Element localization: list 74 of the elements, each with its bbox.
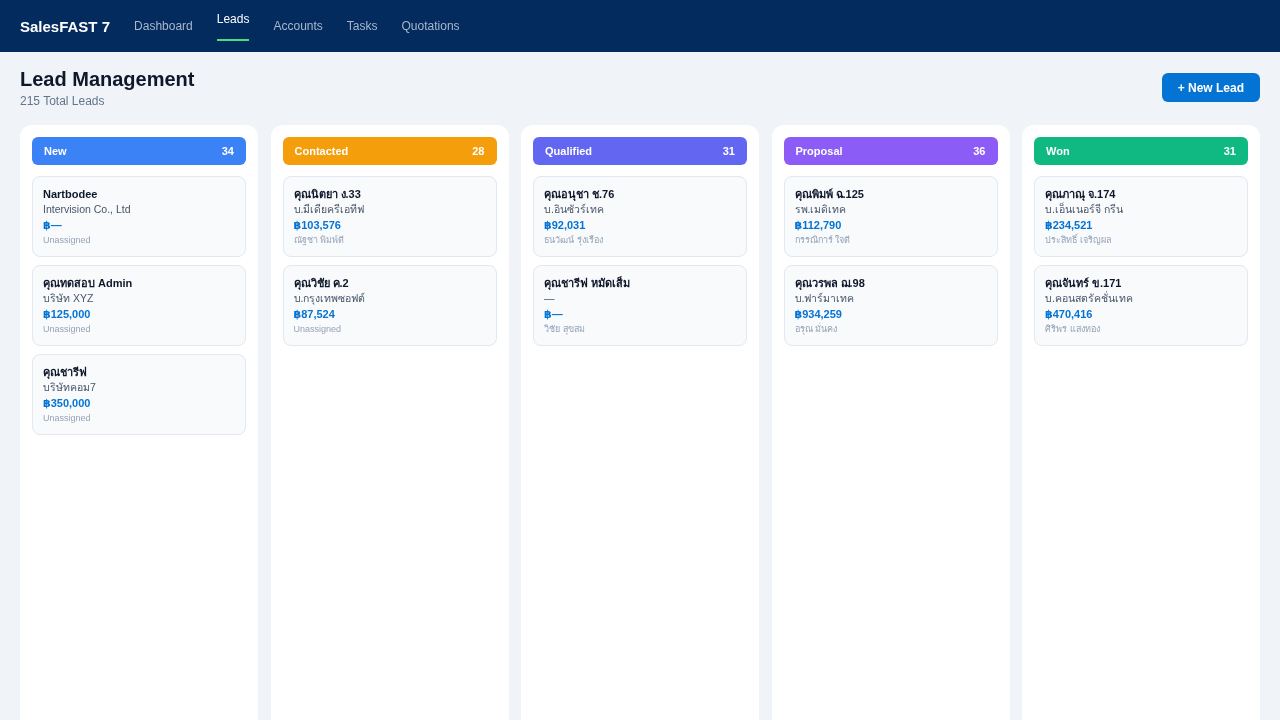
lead-name: คุณภาณุ จ.174 bbox=[1045, 186, 1116, 202]
lead-name: Nartbodee bbox=[43, 187, 98, 202]
deal-value: ฿— bbox=[43, 218, 62, 233]
stage-title: New bbox=[44, 145, 67, 157]
deal-value: ฿125,000 bbox=[43, 307, 91, 322]
company-name: — bbox=[544, 291, 555, 306]
assignee-name: อรุณ มั่นคง bbox=[794, 322, 837, 336]
assignee-name: Unassigned bbox=[43, 323, 91, 336]
company-name: บ.กรุงเทพซอฟต์ bbox=[293, 291, 366, 306]
lead-name: คุณทดสอบ Admin bbox=[43, 276, 133, 291]
stage-count: 31 bbox=[1223, 145, 1236, 157]
lead-name: คุณนิตยา ง.33 bbox=[293, 187, 361, 202]
stage-count: 34 bbox=[221, 145, 234, 157]
company-name: Intervision Co., Ltd bbox=[43, 202, 131, 217]
lead-name: คุณชารีฟ หมัดเส็ม bbox=[544, 275, 631, 291]
lead-name: คุณพิมพ์ ฉ.125 bbox=[794, 187, 864, 202]
lead-name: คุณจันทร์ ข.171 bbox=[1045, 276, 1122, 291]
lead-name: คุณวิชัย ค.2 bbox=[293, 276, 349, 291]
assignee-name: Unassigned bbox=[43, 412, 91, 425]
lead-card[interactable]: คุณวรพล ฌ.98 บ.ฟาร์มาเทค ฿934,259 อรุณ มั่นคง bbox=[783, 265, 998, 346]
nav-tab[interactable]: Dashboard bbox=[134, 19, 193, 33]
company-name: บ.เอ็นเนอร์จี กรีน bbox=[1045, 202, 1123, 217]
company-name: บ.คอนสตรัคชั่นเทค bbox=[1045, 291, 1133, 306]
assignee-name: กรรณิการ์ ใจดี bbox=[794, 234, 850, 247]
assignee-name: Unassigned bbox=[293, 323, 342, 336]
deal-value: ฿— bbox=[544, 307, 563, 322]
company-name: บริษัท XYZ bbox=[43, 291, 94, 306]
assignee-name: วิชัย สุขสม bbox=[544, 323, 585, 336]
new-lead-button[interactable]: + New Lead bbox=[1161, 73, 1260, 102]
nav-tab[interactable]: Quotations bbox=[401, 19, 460, 33]
page-title: Lead Management bbox=[20, 67, 195, 91]
stage-count: 28 bbox=[472, 145, 485, 157]
assignee-name: ศิริพร แสงทอง bbox=[1045, 323, 1100, 336]
app-brand: SalesFAST 7 bbox=[20, 17, 111, 35]
lead-card[interactable]: คุณทดสอบ Admin บริษัท XYZ ฿125,000 Unassigned bbox=[32, 265, 246, 346]
nav-tab[interactable]: Accounts bbox=[273, 19, 323, 33]
assignee-name: ประสิทธิ์ เจริญผล bbox=[1045, 233, 1112, 247]
page-subtitle: 215 Total Leads bbox=[20, 94, 106, 108]
stage-title: Qualified bbox=[545, 145, 593, 157]
stage-count: 31 bbox=[722, 145, 735, 157]
lead-name: คุณอนุชา ช.76 bbox=[544, 187, 615, 202]
deal-value: ฿103,576 bbox=[293, 218, 341, 233]
company-name: รพ.เมดิเทค bbox=[794, 202, 847, 217]
deal-value: ฿112,790 bbox=[794, 218, 842, 233]
deal-value: ฿470,416 bbox=[1045, 307, 1093, 322]
company-name: บ.มีเดียครีเอทีฟ bbox=[293, 202, 365, 217]
company-name: บ.ฟาร์มาเทค bbox=[794, 291, 855, 306]
lead-card[interactable]: คุณจันทร์ ข.171 บ.คอนสตรัคชั่นเทค ฿470,416 ศิริพร แสงทอง bbox=[1034, 265, 1248, 346]
stage-title: Proposal bbox=[795, 145, 843, 157]
stage-title: Won bbox=[1046, 145, 1070, 157]
nav-tab[interactable]: Leads bbox=[216, 11, 250, 41]
lead-name: คุณชารีฟ bbox=[43, 365, 87, 380]
stage-title: Contacted bbox=[294, 145, 349, 157]
lead-card[interactable]: คุณพิมพ์ ฉ.125 รพ.เมดิเทค ฿112,790 กรรณิการ์ ใจดี bbox=[783, 176, 998, 257]
deal-value: ฿934,259 bbox=[794, 307, 842, 322]
lead-card[interactable]: Nartbodee Intervision Co., Ltd ฿— Unassigned bbox=[32, 176, 246, 257]
deal-value: ฿234,521 bbox=[1045, 218, 1093, 233]
lead-card[interactable]: คุณนิตยา ง.33 บ.มีเดียครีเอทีฟ ฿103,576 ณัฐชา พิมพ์ดี bbox=[282, 176, 497, 257]
assignee-name: Unassigned bbox=[43, 234, 91, 247]
lead-name: คุณวรพล ฌ.98 bbox=[794, 276, 865, 291]
assignee-name: ธนวัฒน์ รุ่งเรือง bbox=[544, 234, 603, 247]
company-name: บริษัทคอม7 bbox=[43, 380, 96, 395]
lead-card[interactable]: คุณชารีฟ หมัดเส็ม — ฿— วิชัย สุขสม bbox=[533, 265, 747, 346]
lead-card[interactable]: คุณชารีฟ บริษัทคอม7 ฿350,000 Unassigned bbox=[32, 354, 246, 435]
lead-card[interactable]: คุณภาณุ จ.174 บ.เอ็นเนอร์จี กรีน ฿234,521 ประสิทธิ์ เจริญผล bbox=[1034, 176, 1248, 257]
company-name: บ.อินซัวร์เทค bbox=[544, 202, 604, 217]
deal-value: ฿87,524 bbox=[293, 307, 335, 322]
deal-value: ฿350,000 bbox=[43, 396, 91, 411]
stage-count: 36 bbox=[973, 145, 986, 157]
deal-value: ฿92,031 bbox=[544, 218, 586, 233]
lead-card[interactable]: คุณวิชัย ค.2 บ.กรุงเทพซอฟต์ ฿87,524 Unassigned bbox=[282, 265, 497, 346]
lead-card[interactable]: คุณอนุชา ช.76 บ.อินซัวร์เทค ฿92,031 ธนวัฒน์ รุ่งเรือง bbox=[533, 176, 747, 257]
nav-tab[interactable]: Tasks bbox=[346, 19, 378, 33]
assignee-name: ณัฐชา พิมพ์ดี bbox=[293, 234, 344, 247]
